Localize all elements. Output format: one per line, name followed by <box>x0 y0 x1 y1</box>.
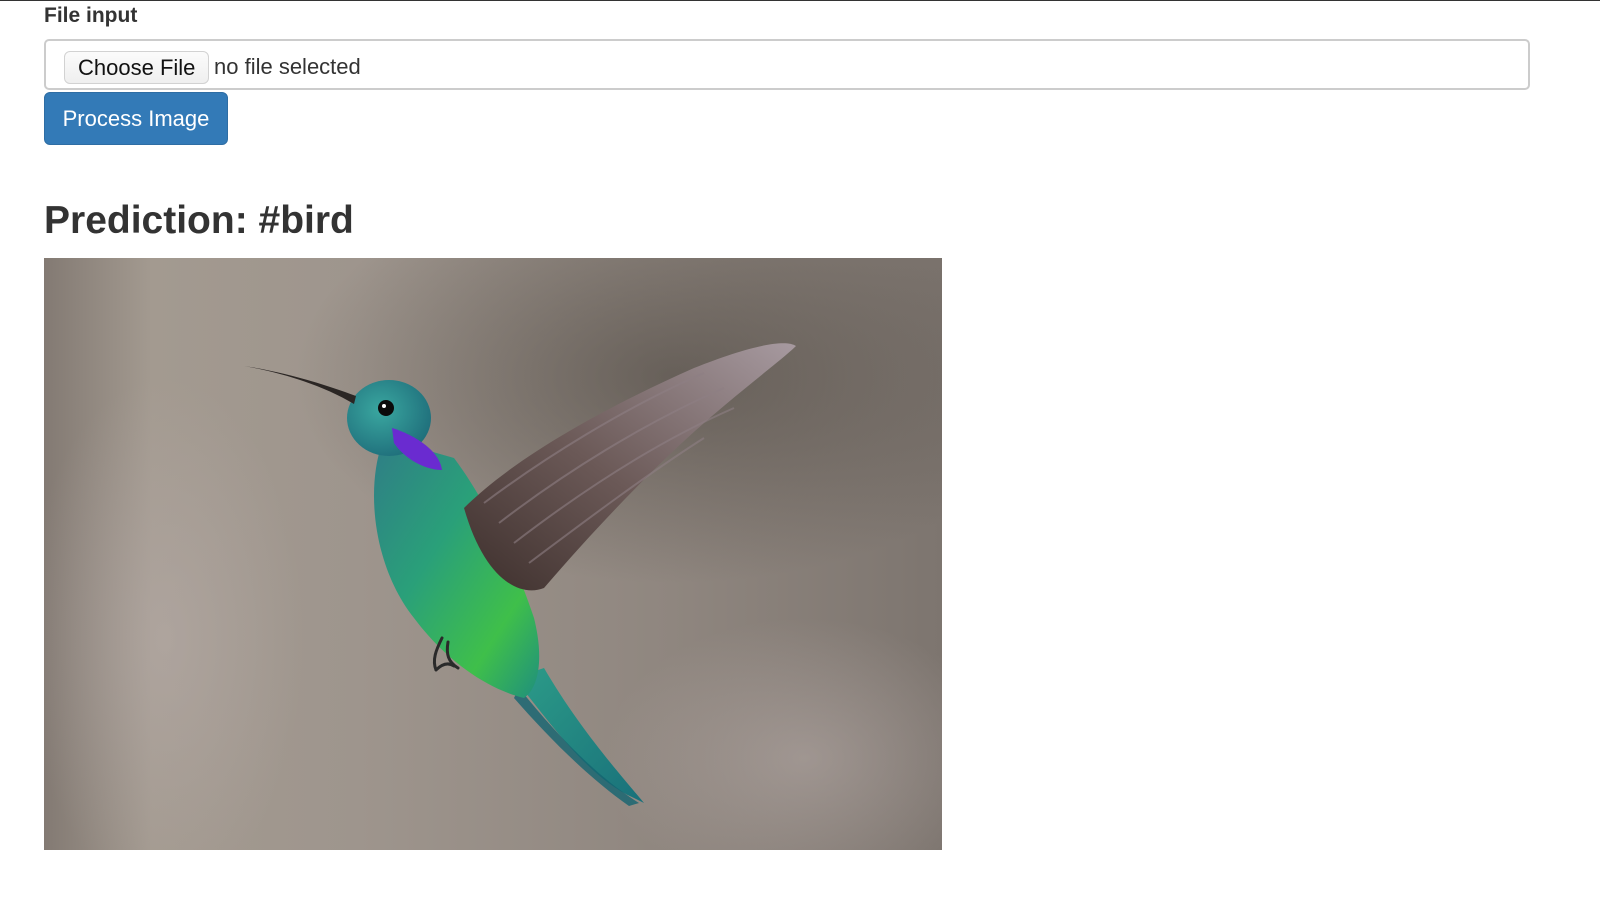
prediction-heading: Prediction: #bird <box>44 199 354 242</box>
result-image <box>44 258 942 850</box>
file-input-label: File input <box>44 4 138 27</box>
file-input[interactable]: Choose File no file selected <box>44 39 1530 90</box>
file-status-text: no file selected <box>214 54 361 79</box>
hummingbird-illustration <box>44 343 942 850</box>
page-top-border <box>0 0 1600 1</box>
choose-file-button[interactable]: Choose File <box>64 51 210 84</box>
process-image-button[interactable]: Process Image <box>44 92 228 145</box>
